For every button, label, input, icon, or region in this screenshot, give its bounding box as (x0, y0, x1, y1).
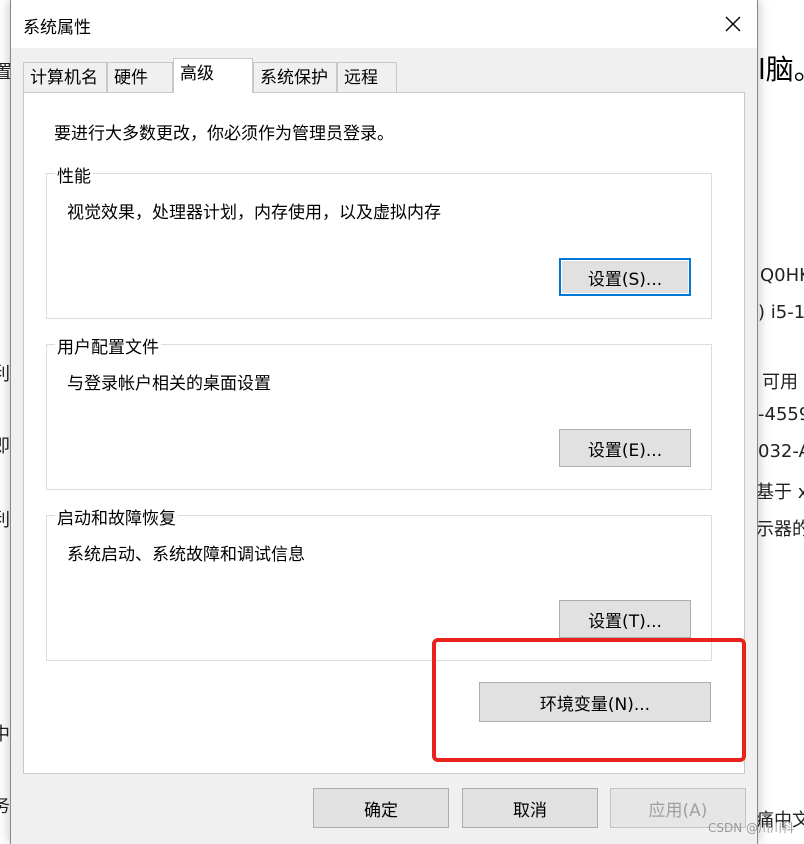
tab-hardware[interactable]: 硬件 (107, 62, 173, 92)
system-properties-dialog: 系统属性 计算机名 硬件 高级 系统保护 远程 要进行大多数更改，你必须作为管理… (10, 0, 758, 844)
group-legend: 性能 (55, 162, 93, 187)
advanced-tab-panel: 要进行大多数更改，你必须作为管理员登录。 性能 视觉效果，处理器计划，内存使用，… (23, 92, 745, 774)
group-legend: 用户配置文件 (55, 333, 161, 358)
group-legend: 启动和故障恢复 (55, 504, 178, 529)
tab-advanced[interactable]: 高级 (173, 58, 253, 93)
dialog-title: 系统属性 (23, 18, 91, 38)
performance-group: 性能 视觉效果，处理器计划，内存使用，以及虚拟内存 设置(S)... (46, 162, 712, 319)
cancel-button[interactable]: 取消 (462, 788, 598, 828)
tab-system-protection[interactable]: 系统保护 (253, 62, 337, 92)
title-bar[interactable]: 系统属性 (11, 0, 757, 48)
startup-recovery-group: 启动和故障恢复 系统启动、系统故障和调试信息 设置(T)... (46, 504, 712, 661)
watermark: CSDN @川川科 (707, 821, 794, 835)
tab-remote[interactable]: 远程 (337, 62, 397, 92)
bg-left-char: 利 (0, 510, 10, 531)
tab-computer-name[interactable]: 计算机名 (23, 62, 107, 92)
bg-line: 032-A (758, 441, 804, 462)
bg-line: -4559 (758, 404, 804, 425)
user-profiles-settings-button[interactable]: 设置(E)... (559, 429, 691, 467)
bg-left-char: 利 (0, 364, 10, 385)
performance-settings-button[interactable]: 设置(S)... (559, 258, 691, 296)
user-profiles-group: 用户配置文件 与登录帐户相关的桌面设置 设置(E)... (46, 333, 712, 490)
startup-recovery-settings-button[interactable]: 设置(T)... (559, 600, 691, 638)
group-description: 与登录帐户相关的桌面设置 (67, 374, 271, 394)
bg-line: 示器的 (756, 519, 804, 540)
bg-line: Q0HK (760, 265, 804, 286)
environment-variables-button[interactable]: 环境变量(N)... (479, 682, 711, 722)
bg-line: 可用 (762, 372, 798, 393)
bg-line: ) i5-1 (758, 302, 804, 323)
ok-button[interactable]: 确定 (313, 788, 449, 828)
bg-left-char: 务 (0, 796, 10, 817)
bg-heading-fragment: l脑。 (758, 53, 804, 86)
group-description: 系统启动、系统故障和调试信息 (67, 545, 305, 565)
close-button[interactable] (709, 0, 757, 48)
group-description: 视觉效果，处理器计划，内存使用，以及虚拟内存 (67, 203, 441, 223)
bg-left-char: 即 (0, 436, 10, 457)
admin-notice: 要进行大多数更改，你必须作为管理员登录。 (54, 124, 394, 144)
bg-left-char: 中 (0, 724, 10, 745)
bg-line: 基于 x (756, 482, 804, 503)
close-icon (725, 16, 741, 32)
